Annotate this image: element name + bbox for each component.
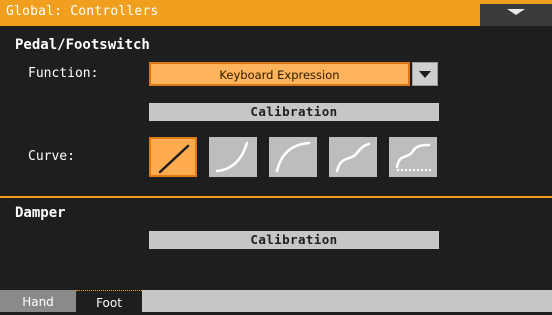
dropdown-arrow-icon (419, 71, 431, 78)
title-bar: Global: Controllers (0, 0, 552, 26)
function-value: Keyboard Expression (219, 68, 340, 82)
pedal-calibration-button[interactable]: Calibration (149, 103, 439, 121)
curve-logarithmic-button[interactable] (269, 137, 317, 177)
function-select[interactable]: Keyboard Expression (149, 62, 410, 86)
window-title: Global: Controllers (6, 4, 159, 19)
curve-linear-icon (158, 144, 190, 174)
curve-s-button[interactable] (329, 137, 377, 177)
curve-s-dotted-button[interactable] (389, 137, 437, 177)
curve-s-dotted-icon (395, 143, 433, 171)
chevron-down-icon (507, 9, 525, 15)
tab-hand[interactable]: Hand (0, 290, 76, 312)
page-menu-button[interactable] (480, 4, 552, 26)
section-title-damper: Damper (15, 205, 66, 221)
curve-linear-button[interactable] (149, 137, 197, 177)
curve-logarithmic-icon (275, 141, 311, 173)
function-dropdown-button[interactable] (412, 62, 438, 86)
curve-label: Curve: (28, 149, 75, 164)
damper-calibration-button[interactable]: Calibration (149, 231, 439, 249)
section-divider (0, 196, 552, 198)
curve-exponential-button[interactable] (209, 137, 257, 177)
section-title-pedal: Pedal/Footswitch (15, 37, 150, 53)
tab-foot[interactable]: Foot (76, 290, 142, 312)
curve-s-icon (335, 142, 371, 173)
function-label: Function: (28, 66, 99, 81)
curve-exponential-icon (215, 141, 249, 173)
